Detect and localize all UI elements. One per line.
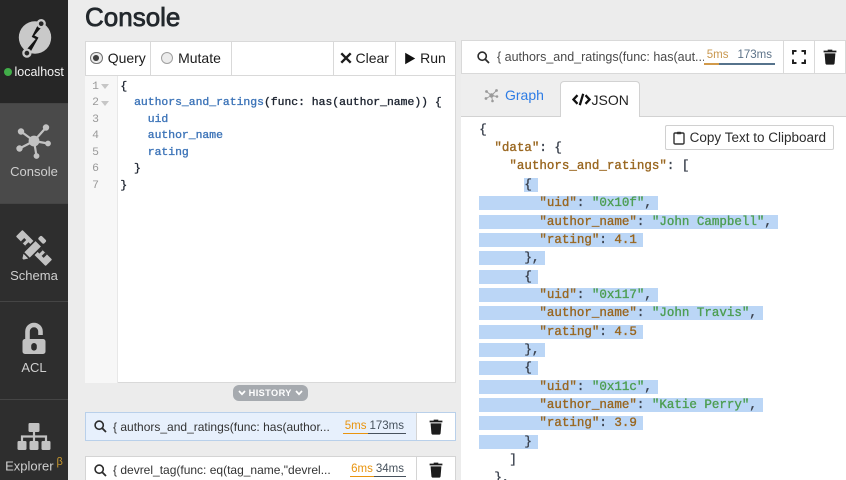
sidebar-item-explorer[interactable]: Explorer β	[0, 399, 68, 480]
network-latency: 34ms	[374, 463, 405, 477]
server-latency: 5ms	[343, 420, 368, 434]
history-item[interactable]: { devrel_tag(func: eq(tag_name,"devrel..…	[85, 456, 456, 480]
run-play-icon	[404, 52, 416, 65]
sitemap-icon	[15, 418, 53, 456]
query-tab-label: Query	[108, 50, 146, 66]
network-latency: 173ms	[368, 420, 406, 434]
graph-icon	[484, 88, 499, 103]
latency-bar	[704, 63, 775, 65]
result-header: { authors_and_ratings(func: has(aut... 5…	[461, 40, 846, 74]
sidebar-item-label: ACL	[21, 360, 46, 375]
history-item-main[interactable]: { devrel_tag(func: eq(tag_name,"devrel..…	[86, 457, 416, 480]
result-tabs: Graph JSON	[461, 74, 846, 117]
editor-code[interactable]: { authors_and_ratings(func: has(author_n…	[120, 79, 450, 195]
sidebar-item-label: Explorer β	[5, 456, 63, 473]
fold-arrow-icon[interactable]	[101, 101, 109, 106]
copy-to-clipboard-button[interactable]: Copy Text to Clipboard	[665, 125, 834, 150]
toolbar-spacer	[231, 41, 335, 76]
clear-button-label: Clear	[356, 50, 389, 66]
history-toggle-label: HISTORY	[249, 388, 292, 398]
history-toggle-wrap: HISTORY	[85, 385, 456, 401]
fold-arrow-icon[interactable]	[101, 84, 109, 89]
mutate-radio[interactable]	[161, 52, 174, 65]
run-button-label: Run	[420, 50, 446, 66]
sidebar-item-label: Console	[10, 164, 58, 179]
json-code: { "data": { "authors_and_ratings": [ { "…	[479, 121, 778, 480]
delete-history-button[interactable]	[416, 413, 455, 440]
tab-mutate[interactable]: Mutate	[150, 41, 232, 76]
result-query-text: { authors_and_ratings(func: has(aut...	[497, 50, 704, 64]
search-icon	[477, 51, 490, 64]
fullscreen-button[interactable]	[783, 41, 814, 73]
history-item-main[interactable]: { authors_and_ratings(func: has(author..…	[86, 413, 416, 440]
json-result-pane[interactable]: { "data": { "authors_and_ratings": [ { "…	[461, 117, 846, 480]
connection-status[interactable]: localhost	[4, 64, 68, 80]
clear-button[interactable]: Clear	[333, 41, 396, 76]
sidebar-item-console[interactable]: Console	[0, 103, 68, 203]
unlock-icon	[15, 318, 53, 356]
query-radio[interactable]	[90, 52, 103, 65]
history-toggle[interactable]: HISTORY	[233, 385, 308, 401]
dgraph-logo-icon[interactable]	[16, 19, 53, 59]
history-item[interactable]: { authors_and_ratings(func: has(author..…	[85, 412, 456, 441]
history-query-text: { devrel_tag(func: eq(tag_name,"devrel..…	[113, 463, 350, 477]
tab-graph[interactable]: Graph	[484, 87, 544, 103]
history-query-text: { authors_and_ratings(func: has(author..…	[113, 420, 343, 434]
trash-icon	[429, 419, 443, 435]
tab-query[interactable]: Query	[85, 41, 151, 76]
copy-button-label: Copy Text to Clipboard	[690, 130, 826, 145]
trash-icon	[429, 462, 443, 478]
delete-history-button[interactable]	[416, 457, 455, 480]
graph-tab-label: Graph	[505, 87, 544, 103]
sidebar-item-label: Schema	[10, 268, 58, 283]
trash-icon	[823, 49, 837, 65]
fullscreen-icon	[792, 50, 806, 64]
sidebar-item-text: Explorer	[5, 458, 53, 473]
beta-badge: β	[57, 456, 63, 468]
sidebar-item-schema[interactable]: Schema	[0, 203, 68, 301]
clipboard-icon	[673, 131, 685, 145]
code-icon	[572, 93, 591, 106]
network-latency: 173ms	[737, 49, 772, 61]
pencil-ruler-icon	[15, 222, 53, 260]
console-graph-icon	[15, 122, 53, 160]
run-button[interactable]: Run	[395, 41, 456, 76]
chevron-down-icon	[238, 390, 246, 396]
close-result-button[interactable]	[814, 41, 845, 73]
search-icon	[94, 464, 107, 477]
clear-x-icon	[340, 52, 352, 64]
search-icon	[94, 420, 107, 433]
json-tab-label: JSON	[592, 92, 629, 108]
sidebar-item-acl[interactable]: ACL	[0, 301, 68, 399]
page-title: Console	[85, 2, 180, 33]
server-latency: 5ms	[707, 49, 729, 61]
editor-line-numbers: 1 2 3 4 5 6 7	[85, 79, 99, 195]
mutate-tab-label: Mutate	[178, 50, 221, 66]
chevron-down-icon	[295, 390, 303, 396]
tab-json[interactable]: JSON	[560, 81, 640, 117]
status-dot	[4, 68, 12, 76]
server-latency: 6ms	[350, 463, 375, 477]
query-toolbar: Query Mutate Clear Run	[85, 41, 456, 76]
connection-label: localhost	[15, 65, 64, 79]
latency-summary: 5ms 173ms	[704, 49, 775, 65]
